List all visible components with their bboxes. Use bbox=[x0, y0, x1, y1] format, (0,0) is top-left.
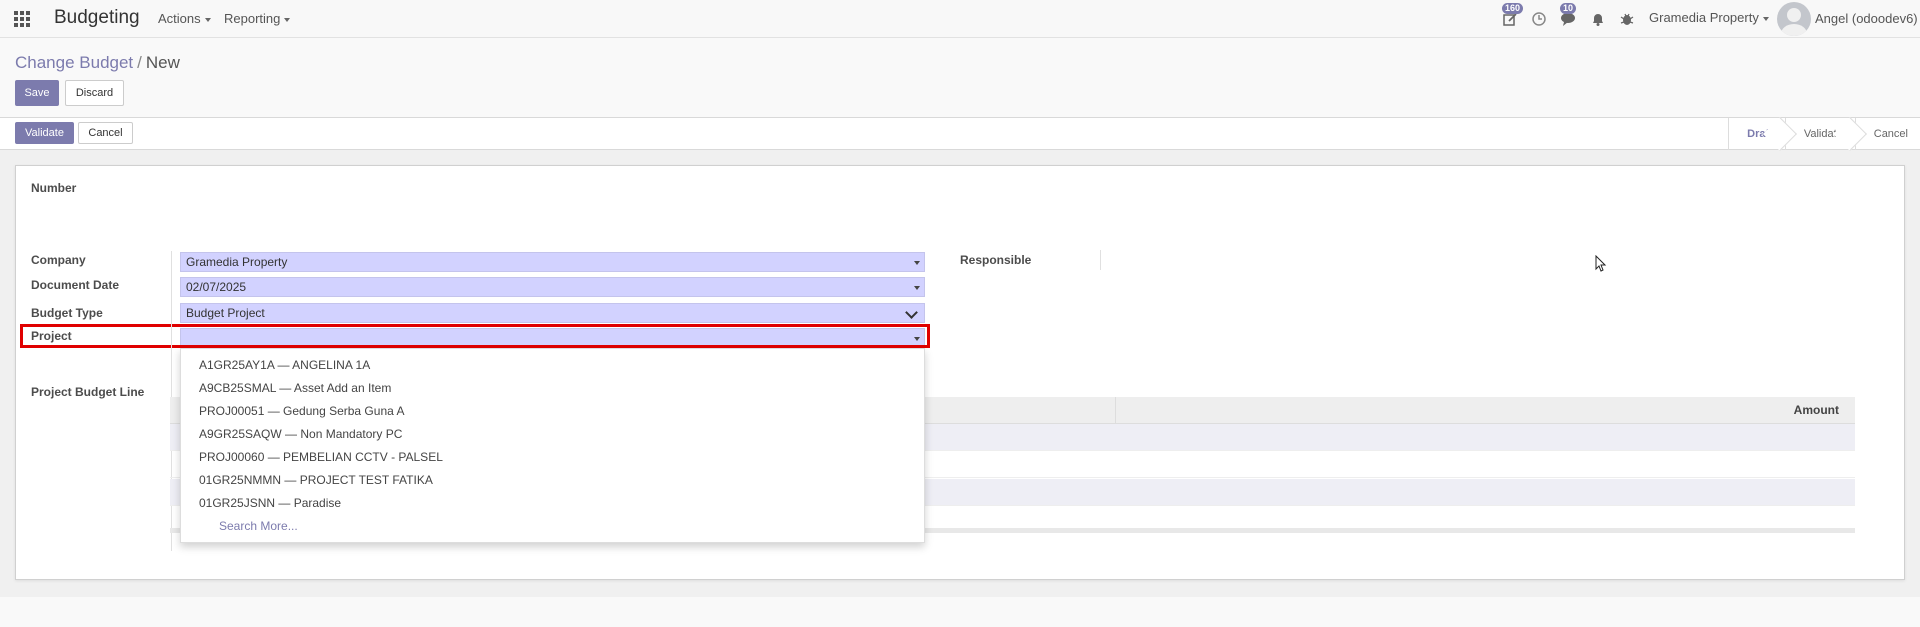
search-more-link[interactable]: Search More... bbox=[219, 519, 298, 533]
project-autocomplete-dropdown: A1GR25AY1A — ANGELINA 1A A9CB25SMAL — As… bbox=[180, 348, 925, 543]
menu-reporting[interactable]: Reporting bbox=[224, 11, 291, 26]
company-field[interactable]: Gramedia Property bbox=[180, 252, 925, 272]
validate-button[interactable]: Validate bbox=[15, 122, 74, 144]
document-date-field[interactable]: 02/07/2025 bbox=[180, 277, 925, 297]
debug-bug-icon[interactable] bbox=[1619, 11, 1635, 27]
dropdown-option[interactable]: A1GR25AY1A — ANGELINA 1A bbox=[199, 358, 370, 372]
dropdown-option[interactable]: 01GR25JSNN — Paradise bbox=[199, 496, 341, 510]
caret-down-icon bbox=[914, 261, 920, 265]
dropdown-option[interactable]: 01GR25NMMN — PROJECT TEST FATIKA bbox=[199, 473, 433, 487]
column-separator bbox=[1115, 397, 1116, 424]
responsible-label: Responsible bbox=[960, 253, 1032, 267]
activity-badge: 160 bbox=[1502, 3, 1524, 14]
discard-button[interactable]: Discard bbox=[65, 80, 124, 106]
user-name[interactable]: Angel (odoodev6) bbox=[1815, 11, 1918, 26]
status-step-draft[interactable]: Draft bbox=[1728, 118, 1785, 150]
mouse-cursor-icon bbox=[1595, 254, 1607, 276]
avatar[interactable] bbox=[1777, 2, 1811, 36]
breadcrumb-separator: / bbox=[137, 53, 142, 72]
breadcrumb-current: New bbox=[145, 53, 180, 72]
caret-down-icon bbox=[914, 286, 920, 290]
top-navbar: Budgeting Actions Reporting 160 10 Grame… bbox=[0, 0, 1920, 38]
messages-badge: 10 bbox=[1560, 3, 1577, 14]
responsible-field-divider bbox=[1100, 250, 1101, 270]
number-label: Number bbox=[31, 181, 77, 195]
clock-icon[interactable] bbox=[1531, 11, 1547, 27]
breadcrumb: Change Budget / New bbox=[15, 53, 180, 73]
company-label: Company bbox=[31, 253, 86, 267]
breadcrumb-parent[interactable]: Change Budget bbox=[15, 53, 133, 72]
project-highlight-box bbox=[20, 324, 930, 348]
chat-icon[interactable]: 10 bbox=[1560, 3, 1577, 27]
save-button[interactable]: Save bbox=[15, 80, 59, 106]
budget-type-select[interactable]: Budget Project bbox=[180, 303, 925, 323]
cancel-button[interactable]: Cancel bbox=[78, 122, 133, 144]
chevron-down-icon bbox=[1762, 16, 1769, 21]
menu-actions[interactable]: Actions bbox=[158, 11, 211, 26]
status-steps: Draft Validate Cancel bbox=[1728, 118, 1920, 150]
dropdown-option[interactable]: A9CB25SMAL — Asset Add an Item bbox=[199, 381, 391, 395]
project-budget-line-label: Project Budget Line bbox=[31, 385, 145, 399]
dropdown-option[interactable]: PROJ00060 — PEMBELIAN CCTV - PALSEL bbox=[199, 450, 443, 464]
bell-icon[interactable] bbox=[1590, 11, 1606, 27]
dropdown-option[interactable]: A9GR25SAQW — Non Mandatory PC bbox=[199, 427, 402, 441]
chevron-down-icon bbox=[905, 306, 918, 319]
form-statusbar: Validate Cancel Draft Validate Cancel bbox=[0, 118, 1920, 150]
amount-column-header[interactable]: Amount bbox=[1794, 403, 1839, 417]
company-switcher[interactable]: Gramedia Property bbox=[1649, 10, 1769, 25]
dropdown-option[interactable]: PROJ00051 — Gedung Serba Guna A bbox=[199, 404, 404, 418]
budget-type-label: Budget Type bbox=[31, 306, 103, 320]
activity-edit-icon[interactable]: 160 bbox=[1502, 3, 1524, 27]
document-date-label: Document Date bbox=[31, 278, 120, 292]
chevron-down-icon bbox=[204, 17, 211, 22]
chevron-down-icon bbox=[284, 17, 291, 22]
apps-menu-icon[interactable] bbox=[14, 11, 30, 27]
app-title: Budgeting bbox=[54, 7, 140, 28]
